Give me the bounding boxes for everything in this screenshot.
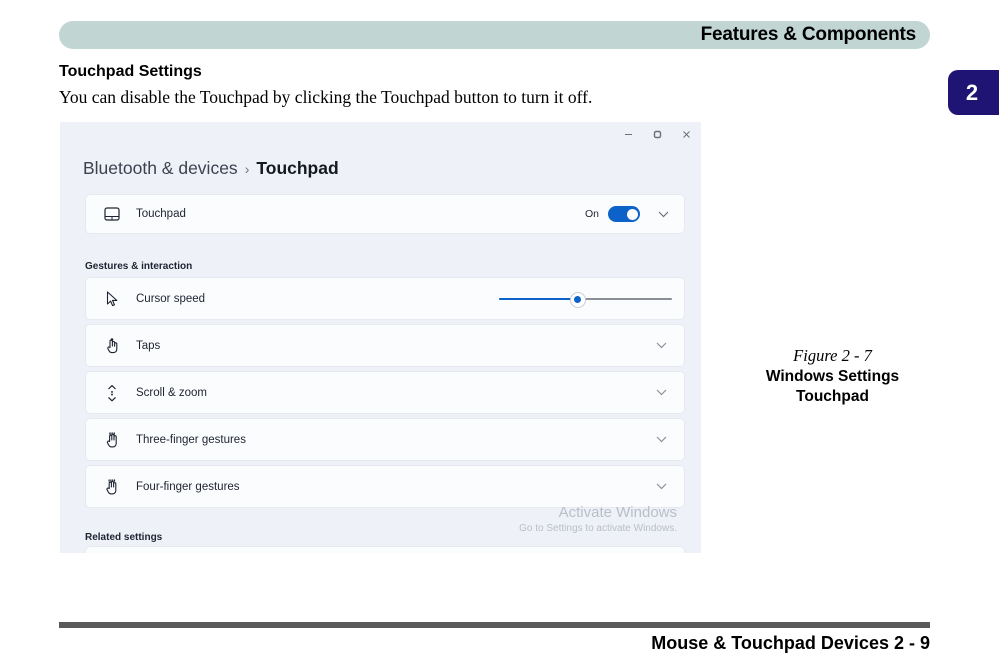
row-three-finger-gestures[interactable]: Three-finger gestures: [85, 418, 685, 461]
row-label-four-finger-gestures: Four-finger gestures: [136, 480, 240, 493]
watermark-subtitle: Go to Settings to activate Windows.: [519, 523, 677, 534]
tap-hand-icon: [101, 335, 123, 357]
row-scroll-zoom[interactable]: Scroll & zoom: [85, 371, 685, 414]
touchpad-toggle-state-label: On: [584, 208, 599, 220]
chevron-down-icon[interactable]: [650, 335, 672, 357]
toggle-knob: [626, 208, 638, 220]
footer-rule: [59, 622, 930, 628]
touchpad-toggle-card[interactable]: Touchpad On: [85, 194, 685, 234]
page-header-title: Features & Components: [700, 24, 917, 45]
row-label-taps: Taps: [136, 339, 161, 352]
row-taps[interactable]: Taps: [85, 324, 685, 367]
related-settings-label: Related settings: [85, 532, 163, 543]
slider-thumb[interactable]: [569, 291, 586, 308]
section-heading: Touchpad Settings: [59, 63, 202, 80]
cursor-speed-slider[interactable]: [499, 291, 672, 308]
touchpad-icon: [101, 203, 123, 225]
gestures-group-label: Gestures & interaction: [85, 261, 193, 272]
touchpad-toggle-switch[interactable]: [608, 206, 640, 222]
chevron-down-icon[interactable]: [650, 476, 672, 498]
chapter-tab: 2: [948, 70, 999, 115]
row-four-finger-gestures[interactable]: Four-finger gestures: [85, 465, 685, 508]
breadcrumb-current: Touchpad: [256, 158, 339, 178]
four-finger-hand-icon: [101, 476, 123, 498]
settings-titlebar: [60, 122, 701, 146]
row-cursor-speed[interactable]: Cursor speed: [85, 277, 685, 320]
minimize-icon[interactable]: [614, 122, 643, 146]
page-header-bar: Features & Components: [59, 21, 930, 49]
activate-windows-watermark: Activate Windows Go to Settings to activ…: [519, 504, 677, 534]
windows-settings-screenshot: Bluetooth & devices › Touchpad Touchpad …: [60, 122, 701, 553]
touchpad-row-label: Touchpad: [136, 208, 186, 220]
figure-caption: Figure 2 - 7 Windows Settings Touchpad: [720, 345, 945, 408]
chevron-down-icon[interactable]: [650, 382, 672, 404]
breadcrumb-separator-icon: ›: [244, 161, 250, 177]
figure-number: Figure 2 - 7: [793, 346, 872, 365]
row-label-scroll-zoom: Scroll & zoom: [136, 386, 207, 399]
close-icon[interactable]: [672, 122, 701, 146]
chevron-down-icon[interactable]: [652, 203, 674, 225]
chevron-down-icon[interactable]: [650, 429, 672, 451]
three-finger-hand-icon: [101, 429, 123, 451]
cursor-arrow-icon: [101, 288, 123, 310]
figure-caption-line1: Windows Settings: [765, 367, 900, 385]
chapter-tab-number: 2: [965, 79, 979, 105]
figure-caption-line2: Touchpad: [796, 388, 869, 406]
related-settings-card[interactable]: [85, 546, 685, 553]
slider-fill: [499, 297, 577, 300]
touchpad-toggle[interactable]: On: [585, 206, 640, 222]
section-intro-text: You can disable the Touchpad by clicking…: [59, 87, 593, 107]
footer-text: Mouse & Touchpad Devices 2 - 9: [651, 633, 930, 653]
row-label-cursor-speed: Cursor speed: [136, 292, 206, 305]
breadcrumb-parent-link[interactable]: Bluetooth & devices: [83, 158, 238, 179]
row-label-three-finger-gestures: Three-finger gestures: [136, 433, 246, 446]
breadcrumb: Bluetooth & devices › Touchpad: [83, 158, 339, 179]
scroll-zoom-icon: [101, 382, 123, 404]
restore-icon[interactable]: [643, 122, 672, 146]
